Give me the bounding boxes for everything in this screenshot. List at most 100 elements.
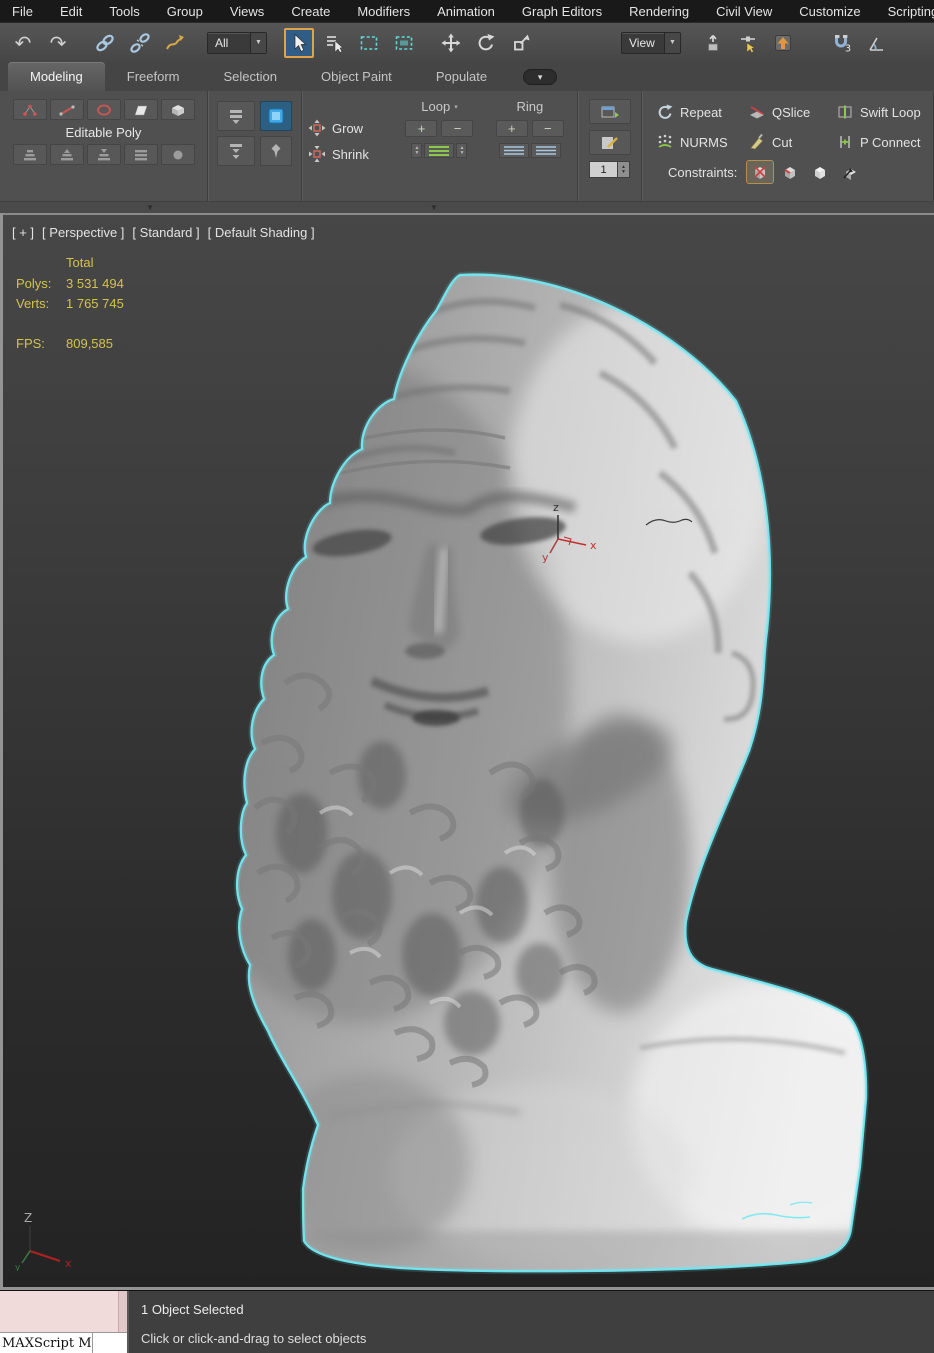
menu-group[interactable]: Group [167, 4, 203, 19]
ring-up-button[interactable] [498, 143, 529, 158]
select-and-move-button[interactable] [436, 28, 466, 58]
editable-poly-title[interactable]: Editable Poly [6, 125, 201, 140]
menu-file[interactable]: File [12, 4, 33, 19]
swift-loop-button[interactable]: Swift Loop [836, 103, 921, 121]
tab-populate[interactable]: Populate [414, 62, 509, 91]
status-bar: MAXScript Mini 1 Object Selected Click o… [0, 1290, 934, 1353]
ring-shrink-button[interactable]: − [531, 120, 564, 137]
shrink-button[interactable]: Shrink [308, 145, 390, 163]
panel-edit-options: 1 ▲ ▼ [578, 91, 642, 201]
constraint-none-button[interactable] [746, 160, 775, 184]
ribbon-options-button[interactable]: ▾ [523, 69, 558, 85]
undo-button[interactable]: ↶ [8, 28, 38, 58]
swift-loop-icon [838, 105, 852, 119]
spinner-arrows[interactable]: ▲ ▼ [618, 161, 630, 178]
collapse-all-button[interactable] [217, 136, 255, 166]
vertex-mode-button[interactable] [12, 99, 47, 120]
panel-modify-stack [208, 91, 302, 201]
select-and-link-button[interactable] [90, 28, 120, 58]
tab-object-paint[interactable]: Object Paint [299, 62, 414, 91]
bind-to-space-warp-button[interactable] [160, 28, 190, 58]
viewport-menu-general[interactable]: [ + ] [12, 225, 34, 240]
qslice-button[interactable]: QSlice [748, 103, 836, 121]
menu-views[interactable]: Views [230, 4, 264, 19]
viewport[interactable]: [ + ] [ Perspective ] [ Standard ] [ Def… [0, 213, 934, 1290]
constraint-normal-button[interactable] [837, 161, 863, 183]
viewport-menu-shading[interactable]: [ Default Shading ] [208, 225, 315, 240]
iterations-spinner[interactable]: 1 ▲ ▼ [589, 161, 630, 178]
stack-tool-button-3[interactable] [86, 144, 121, 165]
use-pivot-center-button[interactable] [698, 28, 728, 58]
tab-modeling[interactable]: Modeling [8, 62, 105, 91]
p-connect-button[interactable]: P Connect [836, 133, 920, 151]
select-and-scale-button[interactable] [506, 28, 536, 58]
chevron-down-icon: ▾ [454, 103, 458, 111]
nurms-button[interactable]: NURMS [656, 133, 748, 151]
maxscript-mini-listener[interactable]: MAXScript Mini [0, 1291, 129, 1353]
menu-edit[interactable]: Edit [60, 4, 82, 19]
tab-selection[interactable]: Selection [202, 62, 299, 91]
element-mode-button[interactable] [160, 99, 195, 120]
polygon-mode-button[interactable] [123, 99, 158, 120]
ring-down-button[interactable] [530, 143, 561, 158]
select-and-rotate-button[interactable] [471, 28, 501, 58]
maxscript-scrollbar[interactable] [118, 1291, 127, 1332]
repeat-button[interactable]: Repeat [656, 103, 748, 121]
edit-paint-button[interactable] [588, 130, 631, 155]
ring-dropdown[interactable]: Ring [489, 99, 571, 114]
stack-tool-button-5[interactable] [160, 144, 195, 165]
world-z-label: Z [24, 1211, 32, 1225]
menu-rendering[interactable]: Rendering [629, 4, 689, 19]
collapse-arrow-icon[interactable]: ▼ [430, 203, 438, 212]
menu-animation[interactable]: Animation [437, 4, 495, 19]
collapse-arrow-icon[interactable]: ▼ [146, 203, 154, 212]
loop-grow-button[interactable]: + [405, 120, 438, 137]
viewport-menu-pov[interactable]: [ Perspective ] [42, 225, 124, 240]
stack-tool-button-4[interactable] [123, 144, 158, 165]
loop-dropdown[interactable]: Loop ▾ [398, 99, 480, 114]
stack-tool-button-1[interactable] [12, 144, 47, 165]
select-and-manipulate-button[interactable] [733, 28, 763, 58]
snap-3d-icon: 3 [835, 34, 851, 53]
selection-region-dropdown[interactable] [354, 28, 384, 58]
edge-mode-button[interactable] [49, 99, 84, 120]
selection-filter-dropdown[interactable]: All ▼ [207, 31, 267, 54]
menu-create[interactable]: Create [291, 4, 330, 19]
p-connect-label: P Connect [860, 134, 921, 150]
loop-mode-button[interactable] [424, 143, 455, 158]
pin-stack-button[interactable] [260, 136, 292, 166]
menu-customize[interactable]: Customize [799, 4, 860, 19]
named-selection-button[interactable] [588, 99, 631, 124]
viewport-canvas[interactable] [0, 213, 934, 1290]
soft-selection-toggle[interactable] [260, 101, 292, 131]
window-crossing-toggle[interactable] [389, 28, 419, 58]
keyboard-shortcut-override-button[interactable] [768, 28, 798, 58]
constraint-face-button[interactable] [807, 161, 833, 183]
ring-grow-button[interactable]: + [495, 120, 528, 137]
tab-freeform[interactable]: Freeform [105, 62, 202, 91]
viewport-menu-standard[interactable]: [ Standard ] [132, 225, 199, 240]
snap-toggle-button[interactable]: 3 [827, 28, 857, 58]
menu-scripting[interactable]: Scripting [888, 4, 934, 19]
menu-graph-editors[interactable]: Graph Editors [522, 4, 602, 19]
ribbon-collapse-strip[interactable]: ▼ ▼ [0, 201, 934, 213]
menu-modifiers[interactable]: Modifiers [357, 4, 410, 19]
stack-tool-button-2[interactable] [49, 144, 84, 165]
chevron-down-icon: ▼ [664, 32, 680, 53]
angle-snap-button[interactable] [862, 28, 892, 58]
collapse-stack-button[interactable] [217, 101, 255, 131]
unlink-selection-button[interactable] [125, 28, 155, 58]
loop-spinner-left[interactable]: ▲ ▼ [411, 143, 423, 158]
cut-button[interactable]: Cut [748, 133, 836, 151]
loop-shrink-button[interactable]: − [441, 120, 474, 137]
redo-button[interactable]: ↷ [43, 28, 73, 58]
grow-button[interactable]: Grow [308, 119, 390, 137]
constraint-edge-button[interactable] [777, 161, 803, 183]
loop-spinner-right[interactable]: ▲ ▼ [456, 143, 468, 158]
menu-civil-view[interactable]: Civil View [716, 4, 772, 19]
reference-coordsys-dropdown[interactable]: View ▼ [621, 31, 681, 54]
select-by-name-button[interactable] [319, 28, 349, 58]
menu-tools[interactable]: Tools [109, 4, 139, 19]
border-mode-button[interactable] [86, 99, 121, 120]
select-object-button[interactable] [284, 27, 314, 58]
